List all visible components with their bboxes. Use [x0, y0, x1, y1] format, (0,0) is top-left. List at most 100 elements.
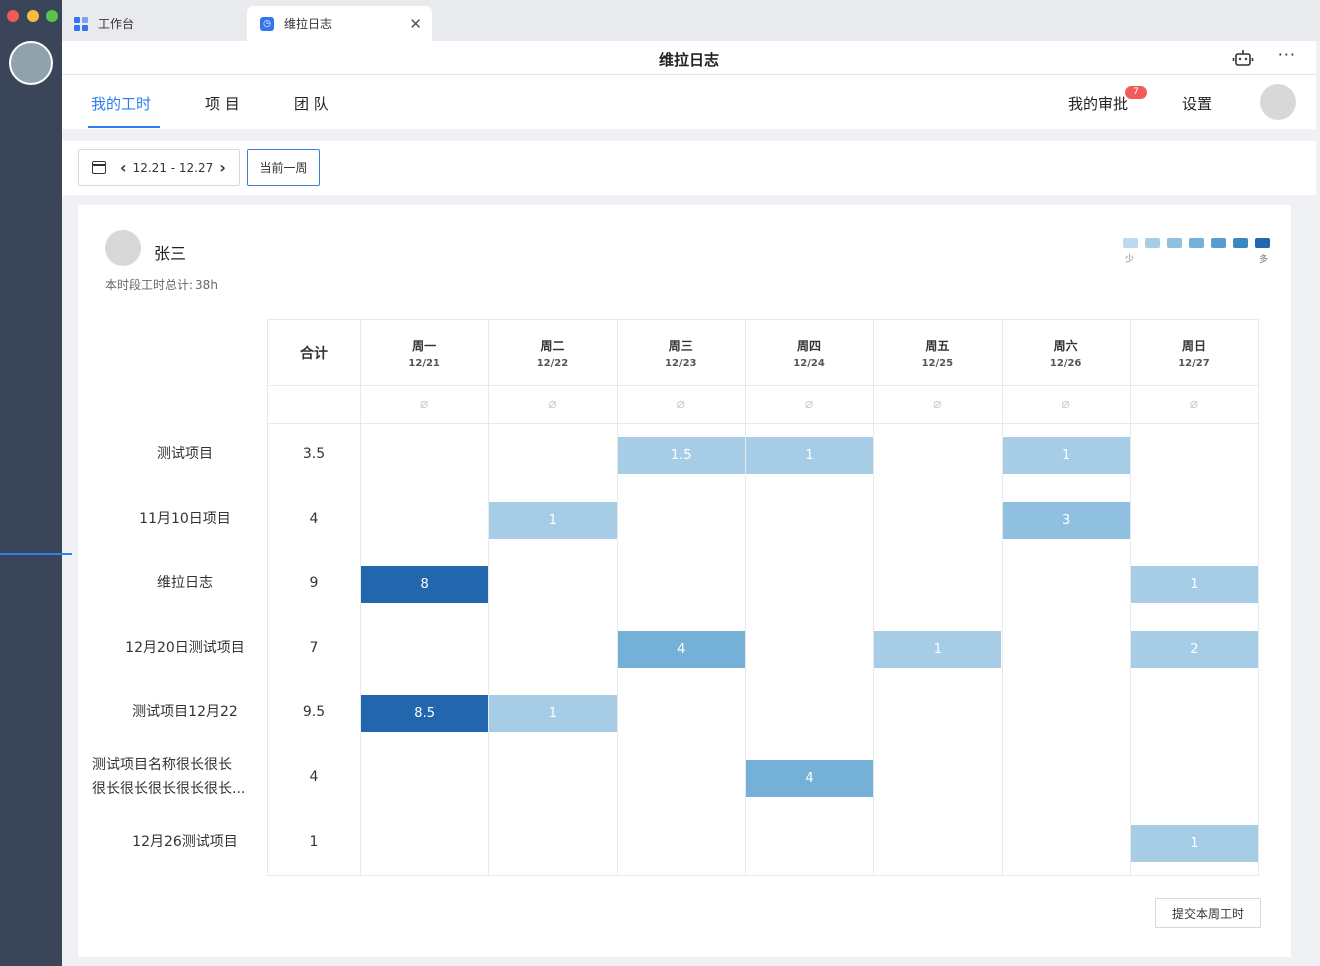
row-total: 4 — [309, 769, 319, 785]
nav-my-hours[interactable]: 我的工时 — [91, 93, 151, 114]
hour-cell[interactable]: 1 — [489, 695, 617, 733]
legend-swatch — [1145, 238, 1160, 248]
hour-cell[interactable]: 4 — [617, 630, 745, 668]
hour-cell[interactable]: 2 — [1130, 630, 1259, 668]
hour-cell[interactable]: 1 — [745, 437, 874, 474]
nav-bar: 我的工时 项 目 团 队 我的审批 7 设置 — [62, 75, 1316, 129]
hour-cell[interactable]: 1 — [1130, 824, 1259, 862]
project-name: 测试项目名称很长很长 很长很长很长很长很长... — [92, 753, 270, 801]
day-header: 周五 12/25 — [873, 320, 1001, 385]
current-week-button[interactable]: 当前一周 — [247, 149, 320, 186]
tab-bar: 工作台 ◷ 维拉日志 ✕ — [62, 0, 1320, 41]
paperclip-icon[interactable]: ⌀ — [416, 396, 432, 414]
project-name: 11月10日项目 — [139, 510, 231, 527]
hour-cell[interactable]: 1 — [874, 630, 1002, 668]
row-total: 9 — [309, 575, 319, 592]
rail-active-indicator — [0, 553, 72, 555]
paperclip-icon[interactable]: ⌀ — [544, 396, 560, 414]
rail-avatar[interactable] — [9, 41, 53, 85]
day-date: 12/21 — [408, 357, 440, 369]
hour-cell[interactable]: 1 — [1002, 437, 1130, 474]
project-name: 维拉日志 — [157, 575, 213, 592]
user-avatar — [105, 230, 141, 266]
project-name: 测试项目12月22 — [132, 704, 238, 721]
window-close-dot[interactable] — [7, 10, 19, 22]
robot-icon[interactable] — [1232, 47, 1254, 69]
period-total: 本时段工时总计: 38h — [103, 276, 218, 293]
grid-icon — [74, 16, 88, 31]
nav-my-approval[interactable]: 我的审批 — [1068, 93, 1128, 114]
legend-low-label: 少 — [1125, 255, 1135, 265]
date-range-text: 12.21 - 12.27 — [132, 160, 214, 175]
day-name: 周二 — [540, 338, 565, 353]
period-total-label: 本时段工时总计: — [105, 278, 194, 292]
left-rail — [0, 0, 72, 966]
day-name: 周一 — [412, 338, 437, 353]
approval-count-badge: 7 — [1125, 86, 1147, 99]
vera-log-icon: ◷ — [260, 16, 274, 31]
project-name-line: 很长很长很长很长很长... — [92, 781, 246, 797]
day-name: 周五 — [925, 338, 950, 353]
row-total: 9.5 — [302, 704, 326, 721]
tab-workbench[interactable]: 工作台 — [74, 6, 244, 41]
legend-swatch — [1123, 238, 1138, 248]
hour-cell[interactable]: 3 — [1002, 501, 1130, 539]
day-name: 周三 — [668, 338, 693, 353]
nav-team[interactable]: 团 队 — [294, 93, 329, 114]
hour-cell[interactable]: 4 — [745, 760, 874, 797]
chevron-left-icon[interactable]: ‹ — [120, 158, 127, 177]
day-name: 周日 — [1181, 338, 1206, 353]
project-name: 12月26测试项目 — [132, 833, 238, 850]
day-date: 12/27 — [1178, 357, 1210, 369]
hour-cell[interactable]: 1 — [1130, 566, 1259, 604]
nav-active-underline — [88, 126, 160, 128]
hour-cell[interactable]: 8 — [361, 566, 489, 604]
tab-vera-log[interactable]: ◷ 维拉日志 ✕ — [247, 6, 432, 41]
timesheet-grid: 合计 周一 12/21 ⌀ 周二 12/22 ⌀ 周三 12/23 ⌀ 周四 12/24 ⌀ 周五 12/… — [267, 319, 1259, 876]
tab-label: 工作台 — [98, 17, 135, 31]
date-range-picker[interactable]: ‹ 12.21 - 12.27 › — [78, 149, 240, 186]
day-date: 12/23 — [665, 357, 697, 369]
user-name: 张三 — [154, 244, 187, 263]
nav-settings[interactable]: 设置 — [1182, 93, 1212, 114]
row-total: 1 — [309, 833, 319, 850]
day-date: 12/25 — [921, 357, 954, 369]
row-total: 4 — [309, 510, 319, 527]
day-header: 周三 12/23 — [617, 320, 745, 385]
nav-project[interactable]: 项 目 — [205, 93, 240, 114]
total-header: 合计 — [300, 345, 328, 362]
close-icon[interactable]: ✕ — [409, 15, 422, 33]
day-header: 周二 12/22 — [488, 320, 616, 385]
paperclip-icon[interactable]: ⌀ — [1186, 396, 1202, 414]
project-name-line: 测试项目名称很长很长 — [92, 757, 232, 773]
hour-cell[interactable]: 1 — [489, 501, 617, 539]
calendar-icon[interactable] — [92, 161, 106, 174]
day-header: 周四 12/24 — [745, 320, 873, 385]
window-zoom-dot[interactable] — [46, 10, 58, 22]
title-bar: 维拉日志 ··· — [62, 41, 1316, 75]
paperclip-icon[interactable]: ⌀ — [1058, 396, 1074, 414]
day-header: 周六 12/26 — [1002, 320, 1130, 385]
day-date: 12/26 — [1049, 357, 1082, 369]
legend-swatch — [1211, 238, 1226, 248]
chevron-right-icon[interactable]: › — [219, 158, 226, 177]
period-total-value: 38h — [195, 278, 218, 292]
day-name: 周六 — [1053, 338, 1078, 353]
legend-high-label: 多 — [1259, 255, 1269, 265]
avatar[interactable] — [1260, 84, 1296, 120]
toolbar: ‹ 12.21 - 12.27 › 当前一周 — [62, 141, 1316, 195]
submit-week-button[interactable]: 提交本周工时 — [1155, 898, 1261, 928]
paperclip-icon[interactable]: ⌀ — [801, 396, 817, 414]
row-total: 7 — [309, 639, 319, 656]
legend-swatch — [1167, 238, 1182, 248]
day-header: 周一 12/21 — [360, 320, 488, 385]
hour-cell[interactable]: 8.5 — [361, 695, 489, 733]
paperclip-icon[interactable]: ⌀ — [673, 396, 689, 414]
day-date: 12/24 — [793, 357, 825, 369]
project-name: 12月20日测试项目 — [125, 639, 245, 656]
more-icon[interactable]: ··· — [1278, 45, 1296, 64]
hour-cell[interactable]: 1.5 — [617, 437, 745, 474]
legend-swatch — [1255, 238, 1270, 248]
paperclip-icon[interactable]: ⌀ — [929, 396, 945, 414]
window-minimize-dot[interactable] — [27, 10, 39, 22]
